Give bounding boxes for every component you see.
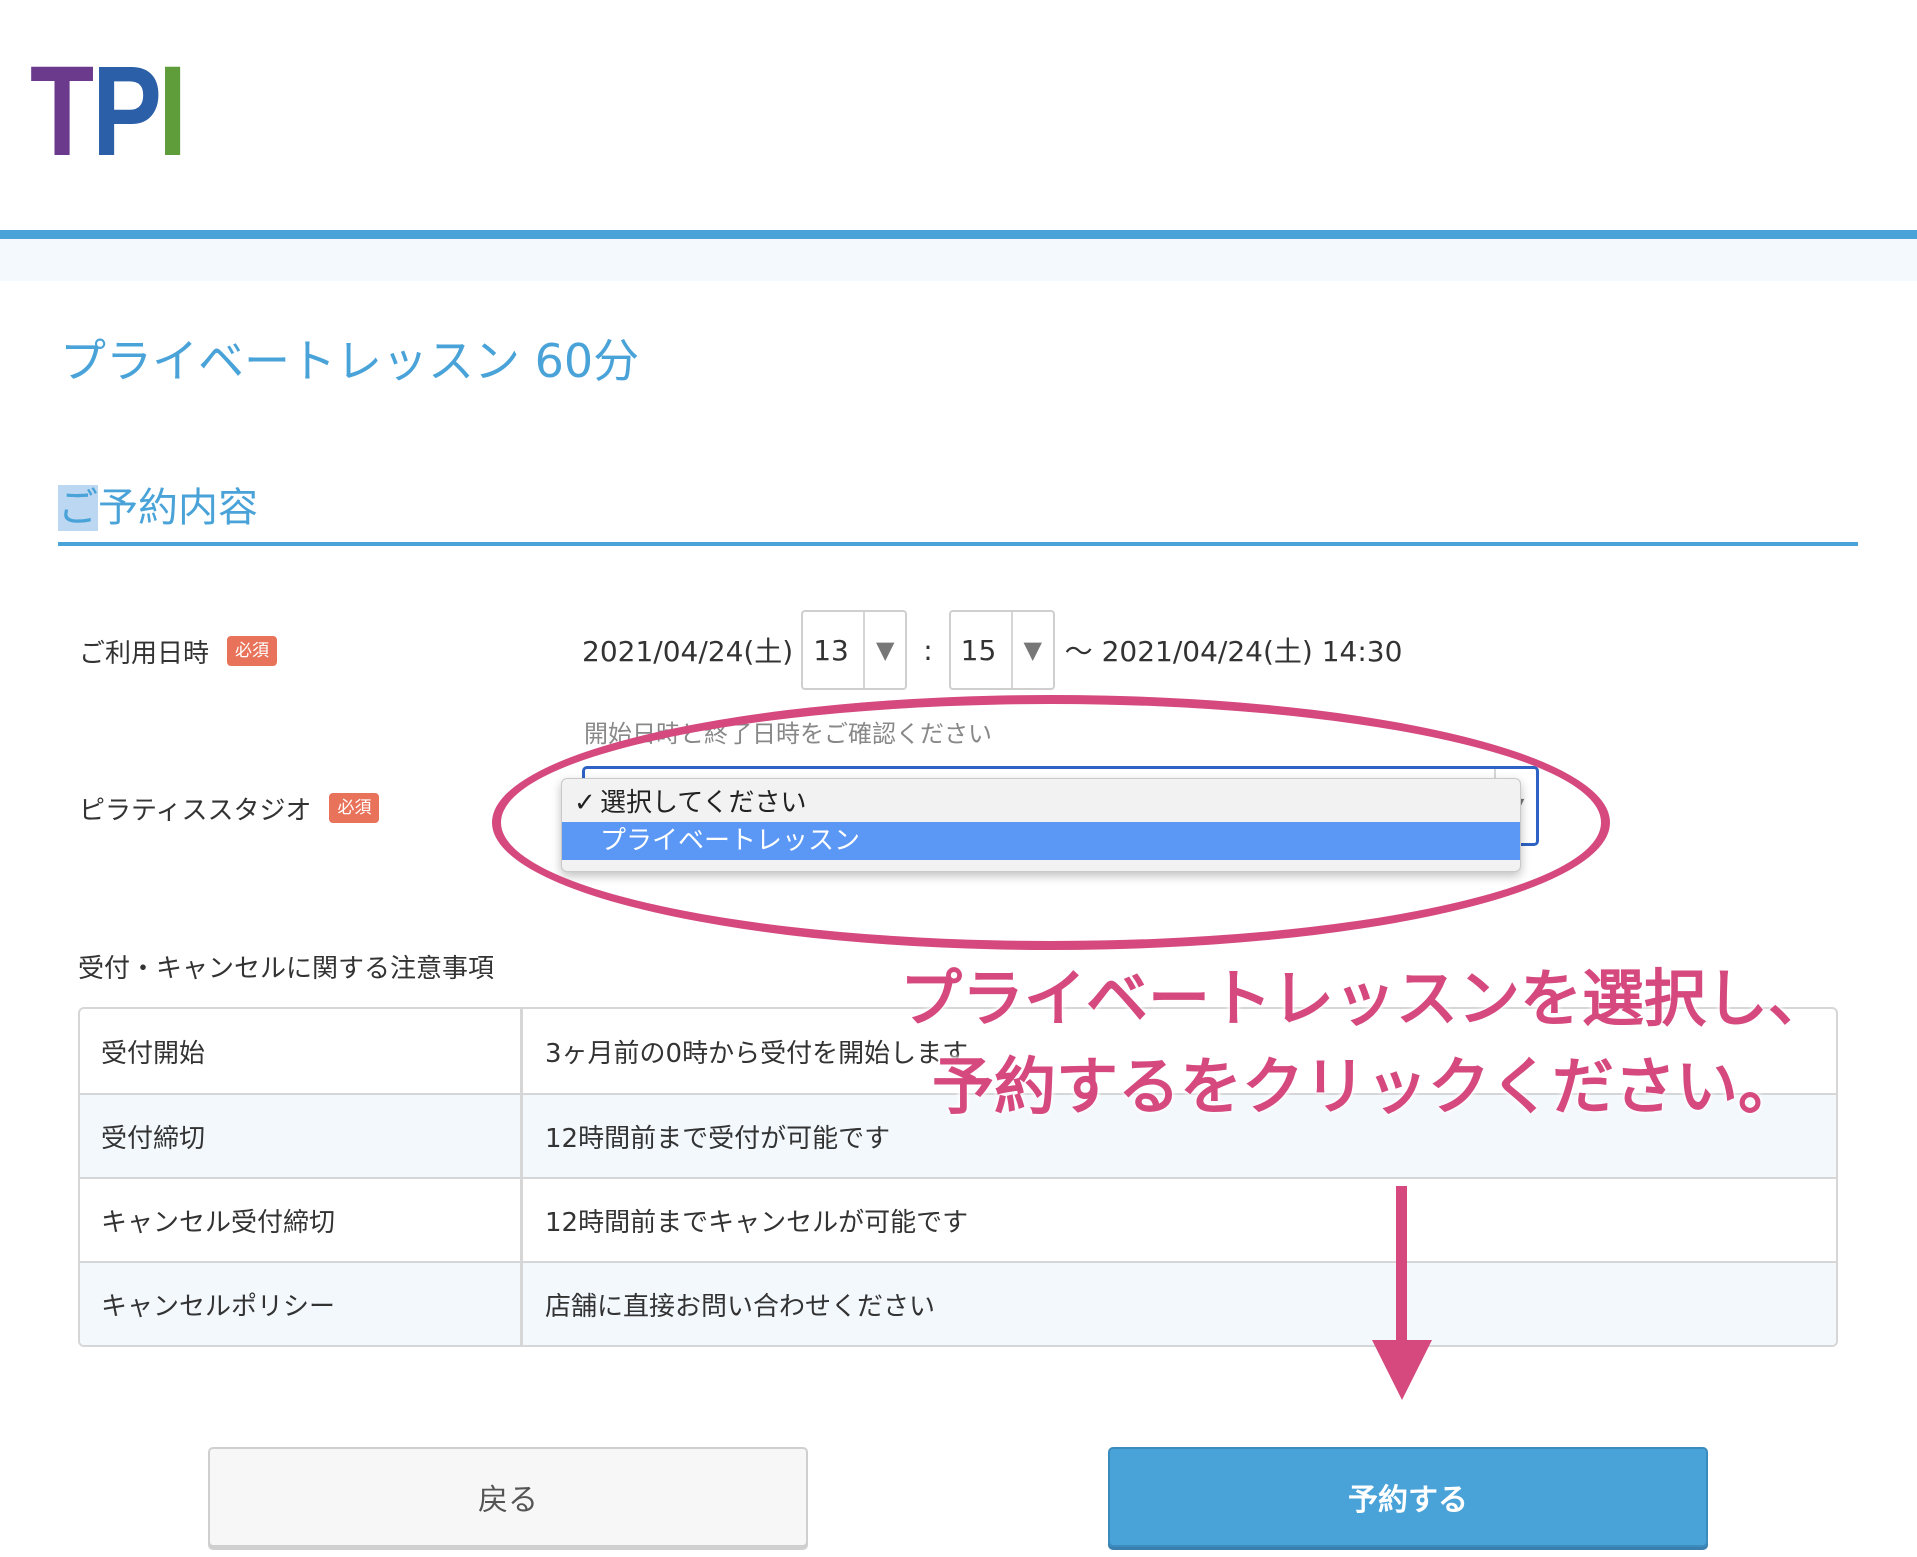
table-key: キャンセル受付締切 (80, 1179, 523, 1261)
datetime-label-text: ご利用日時 (79, 638, 210, 669)
triangle-down-icon: ▼ (1010, 612, 1053, 688)
triangle-down-icon: ▼ (863, 612, 905, 688)
hour-select[interactable]: 13 ▼ (801, 610, 908, 690)
required-badge: 必須 (227, 636, 278, 666)
site-header: T P I (0, 0, 1917, 281)
logo-letter-t: T (30, 40, 94, 183)
section-title: ご予約内容 (58, 475, 258, 533)
minute-select[interactable]: 15 ▼ (948, 610, 1055, 690)
arrow-down-icon (1372, 1340, 1432, 1400)
studio-label: ピラティススタジオ 必須 (79, 788, 380, 828)
annotation-line-2: 予約するをクリックください。 (932, 1050, 1801, 1123)
datetime-label: ご利用日時 必須 (79, 631, 278, 671)
header-divider (0, 230, 1917, 239)
annotation-ellipse (492, 695, 1610, 950)
logo-letter-i: I (157, 40, 187, 183)
time-separator: : (923, 633, 933, 667)
table-key: キャンセルポリシー (80, 1263, 523, 1345)
table-value: 12時間前までキャンセルが可能です (545, 1207, 969, 1238)
annotation-line-1: プライベートレッスンを選択し、 (900, 962, 1831, 1035)
page-title: プライベートレッスン 60分 (60, 334, 640, 388)
tpi-logo[interactable]: T P I (30, 40, 189, 183)
reserve-button[interactable]: 予約する (1108, 1447, 1708, 1547)
header-band (0, 239, 1917, 281)
minute-select-value: 15 (960, 633, 997, 667)
section-divider (58, 542, 1858, 546)
start-date: 2021/04/24(土) (582, 635, 794, 668)
datetime-row: 2021/04/24(土) 13 ▼ : 15 ▼ 〜 2021/04/24(土… (582, 610, 1402, 690)
logo-letter-p: P (92, 40, 162, 183)
notes-title: 受付・キャンセルに関する注意事項 (78, 954, 495, 984)
table-key: 受付開始 (80, 1009, 523, 1093)
hour-select-value: 13 (813, 633, 849, 667)
table-key: 受付締切 (80, 1095, 523, 1177)
table-value: 店舗に直接お問い合わせください (545, 1291, 936, 1322)
table-row: キャンセルポリシー 店舗に直接お問い合わせください (80, 1261, 1836, 1345)
table-row: キャンセル受付締切 12時間前までキャンセルが可能です (80, 1177, 1836, 1261)
annotation-instruction: プライベートレッスンを選択し、 予約するをクリックください。 (900, 955, 1830, 1131)
end-datetime: 〜 2021/04/24(土) 14:30 (1064, 635, 1403, 668)
back-button[interactable]: 戻る (208, 1447, 808, 1547)
studio-label-text: ピラティススタジオ (79, 795, 312, 826)
section-title-text: 予約内容 (98, 485, 258, 531)
required-badge: 必須 (329, 793, 380, 823)
section-title-selected-text: ご (58, 485, 98, 531)
